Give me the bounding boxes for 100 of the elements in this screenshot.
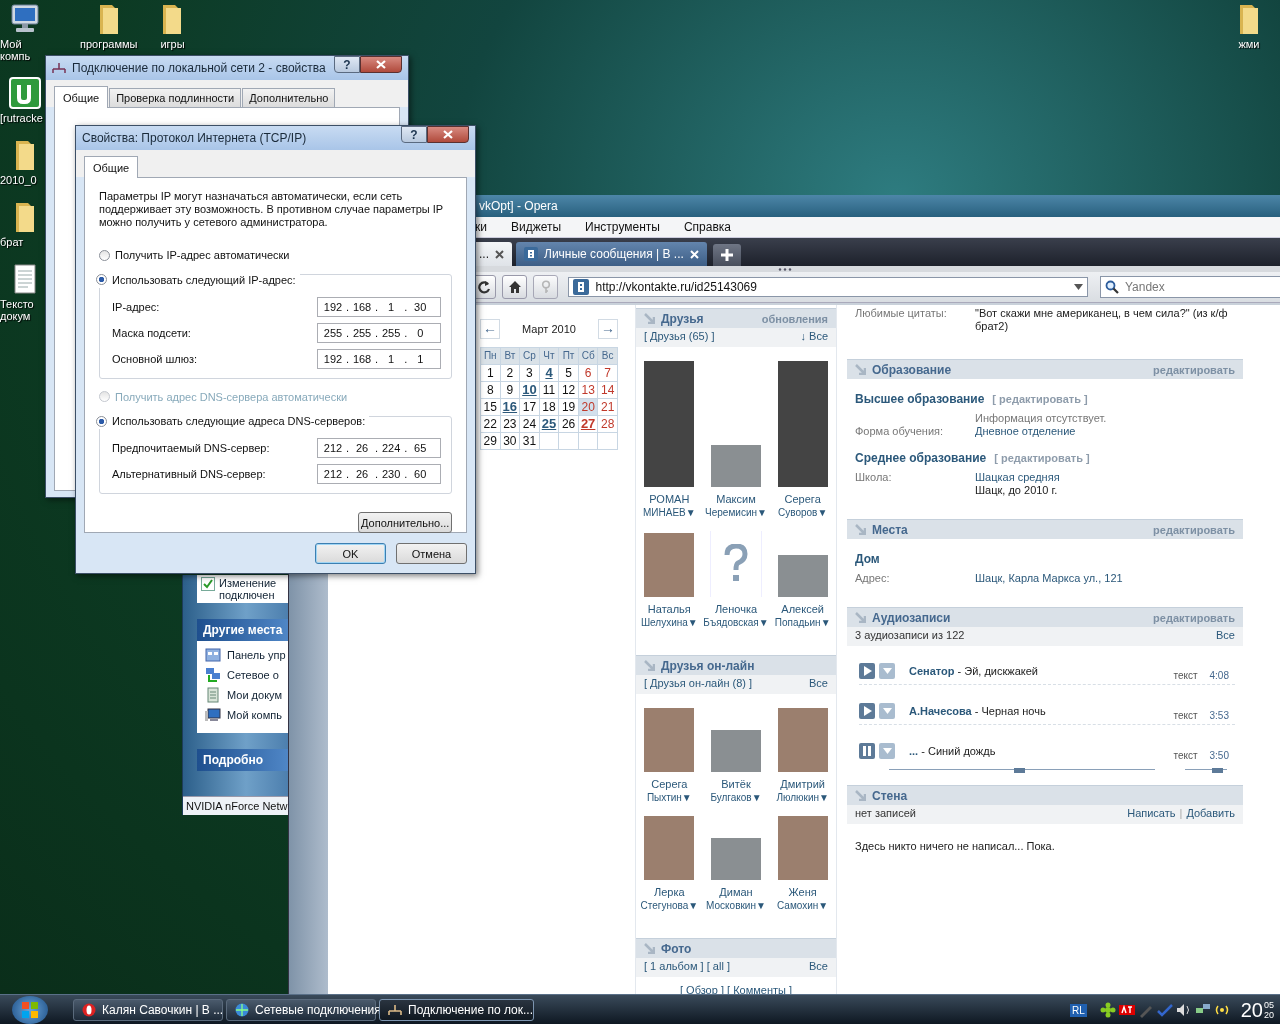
friend-name[interactable]: Наталья bbox=[647, 602, 691, 616]
friend-name[interactable]: Женя bbox=[788, 885, 817, 899]
network-icon[interactable] bbox=[205, 667, 221, 683]
flower-icon[interactable] bbox=[1099, 1002, 1116, 1018]
friend-surname[interactable]: Черемисин▼ bbox=[705, 506, 767, 519]
play-button[interactable] bbox=[859, 663, 875, 679]
panel-link[interactable]: Мои докум bbox=[227, 689, 283, 701]
friend-surname[interactable]: Стегунова▼ bbox=[640, 899, 699, 912]
group-title[interactable]: Высшее образование bbox=[855, 392, 985, 406]
desktop-icon-label[interactable]: брат bbox=[0, 236, 24, 248]
ip-address-field[interactable]: 192 . 168 . 1 . 30 bbox=[317, 296, 441, 317]
dialog-tab[interactable]: Общие bbox=[84, 156, 139, 178]
taskbar-button[interactable]: Калян Савочкин | В ... bbox=[73, 999, 223, 1021]
desktop-icon-label[interactable]: игры bbox=[160, 38, 185, 50]
calendar-day[interactable]: 10 bbox=[520, 382, 540, 399]
friend-surname[interactable]: Бъядовская▼ bbox=[703, 616, 769, 629]
friend-name[interactable]: РОМАН bbox=[649, 492, 690, 506]
calendar-day[interactable]: 16 bbox=[500, 399, 521, 416]
lyrics-link[interactable]: текст bbox=[1173, 709, 1198, 721]
field-value[interactable]: Шацкая средняя bbox=[975, 471, 1235, 484]
panel-link[interactable]: Мой компь bbox=[227, 709, 282, 721]
panel-link[interactable]: Панель упр bbox=[227, 649, 286, 661]
friend-name[interactable]: Диман bbox=[719, 885, 753, 899]
friend-surname[interactable]: Люлюкин▼ bbox=[776, 791, 829, 804]
grip-icon[interactable] bbox=[778, 267, 792, 271]
all-link[interactable]: ↓ Все bbox=[800, 330, 828, 345]
field-value[interactable]: Шацк, Карла Маркса ул., 121 bbox=[975, 572, 1235, 585]
pause-button[interactable] bbox=[859, 743, 875, 759]
advanced-button[interactable]: Дополнительно... bbox=[358, 512, 452, 533]
friend-surname[interactable]: Московкин▼ bbox=[706, 899, 766, 912]
desktop-icon-label[interactable]: [rutracke bbox=[0, 112, 43, 124]
speaker-icon[interactable] bbox=[1175, 1002, 1192, 1018]
dns-address-field[interactable]: 212 . 26 . 230 . 60 bbox=[317, 464, 441, 484]
browser-tab[interactable]: Личные сообщения | В ... bbox=[516, 242, 707, 266]
dialog-tab[interactable]: Дополнительно bbox=[242, 88, 336, 107]
slider-thumb[interactable] bbox=[1211, 767, 1223, 773]
friend-surname[interactable]: Булгаков▼ bbox=[710, 791, 762, 804]
group-title[interactable]: Среднее образование bbox=[855, 451, 987, 465]
radio-button[interactable] bbox=[99, 249, 110, 261]
all-link[interactable]: Все bbox=[1216, 629, 1235, 644]
close-button[interactable] bbox=[360, 56, 402, 73]
panel-header[interactable]: Подробно bbox=[197, 749, 288, 771]
friend-name[interactable]: Алексей bbox=[781, 602, 824, 616]
start-button[interactable] bbox=[12, 996, 48, 1024]
friend-name[interactable]: Леночка bbox=[714, 602, 758, 616]
friend-surname[interactable]: Попадьин▼ bbox=[774, 616, 831, 629]
friend-name[interactable]: Серега bbox=[784, 492, 821, 506]
friends-link[interactable]: [ Друзья он-лайн (8) ] bbox=[644, 677, 753, 692]
task-link[interactable]: Изменение подключен bbox=[219, 577, 284, 601]
album-links[interactable]: [ 1 альбом ] [ all ] bbox=[644, 960, 730, 975]
menu-item[interactable]: Виджеты bbox=[510, 220, 562, 234]
desktop-icon-label[interactable]: жми bbox=[1238, 38, 1260, 50]
desktop-icon-label[interactable]: программы bbox=[80, 38, 138, 50]
calendar-day[interactable]: 25 bbox=[539, 416, 560, 433]
all-link[interactable]: Все bbox=[809, 960, 828, 975]
app-icon[interactable] bbox=[8, 76, 42, 110]
wall-link[interactable]: Добавить bbox=[1186, 807, 1235, 822]
radio-button[interactable] bbox=[96, 274, 107, 285]
panel-header[interactable]: Другие места bbox=[197, 619, 288, 641]
checkmark-icon[interactable] bbox=[1156, 1002, 1173, 1018]
menu-item[interactable]: ки bbox=[475, 220, 487, 234]
wall-link[interactable]: Написать bbox=[1127, 807, 1176, 822]
radio-button[interactable] bbox=[96, 415, 107, 427]
ati-logo-icon[interactable] bbox=[1118, 1002, 1135, 1018]
dns-address-field[interactable]: 212 . 26 . 224 . 65 bbox=[317, 438, 441, 458]
panel-link[interactable]: Сетевое о bbox=[227, 669, 279, 681]
search-field[interactable]: Yandex bbox=[1100, 276, 1280, 298]
lyrics-link[interactable]: текст bbox=[1173, 669, 1198, 681]
group-title[interactable]: Дом bbox=[855, 552, 880, 566]
friend-name[interactable]: Дмитрий bbox=[780, 777, 825, 791]
friend-surname[interactable]: Шелухина▼ bbox=[640, 616, 698, 629]
close-icon[interactable] bbox=[495, 249, 504, 259]
menu-item[interactable]: Справка bbox=[683, 220, 731, 234]
taskbar-button[interactable]: Подключение по лок... bbox=[379, 999, 534, 1021]
cancel-button[interactable]: Отмена bbox=[396, 543, 467, 564]
menu-item[interactable]: Инструменты bbox=[585, 220, 660, 234]
next-month-button[interactable]: → bbox=[598, 319, 618, 339]
new-tab-button[interactable] bbox=[712, 244, 741, 266]
desktop-icon-label[interactable]: Мой компь bbox=[0, 38, 48, 62]
desktop-icon-label[interactable]: Тексто докум bbox=[0, 298, 48, 322]
all-link[interactable]: Все bbox=[809, 677, 828, 692]
slider-thumb[interactable] bbox=[1014, 767, 1026, 773]
dialog-tab[interactable]: Проверка подлинности bbox=[109, 88, 242, 107]
dialog-tab[interactable]: Общие bbox=[54, 86, 109, 108]
friend-surname[interactable]: Самохин▼ bbox=[777, 899, 829, 912]
friends-link[interactable]: [ Друзья (65) ] bbox=[644, 330, 715, 345]
key-button[interactable] bbox=[533, 275, 559, 299]
desktop-icon-label[interactable]: 2010_0 bbox=[0, 174, 37, 186]
close-button[interactable] bbox=[427, 126, 469, 143]
ip-address-field[interactable]: 192 . 168 . 1 . 1 bbox=[317, 348, 441, 369]
address-field[interactable]: http://vkontakte.ru/id25143069 bbox=[568, 277, 1088, 297]
language-indicator[interactable]: RL bbox=[1069, 1003, 1087, 1017]
help-button[interactable]: ? bbox=[334, 56, 360, 73]
caret-icon[interactable] bbox=[1074, 284, 1083, 290]
friend-name[interactable]: Витёк bbox=[721, 777, 751, 791]
home-button[interactable] bbox=[502, 275, 528, 299]
calendar-day[interactable]: 27 bbox=[578, 416, 599, 433]
computer-icon[interactable] bbox=[205, 707, 221, 723]
lyrics-link[interactable]: текст bbox=[1173, 749, 1198, 761]
friend-name[interactable]: Серега bbox=[651, 777, 688, 791]
